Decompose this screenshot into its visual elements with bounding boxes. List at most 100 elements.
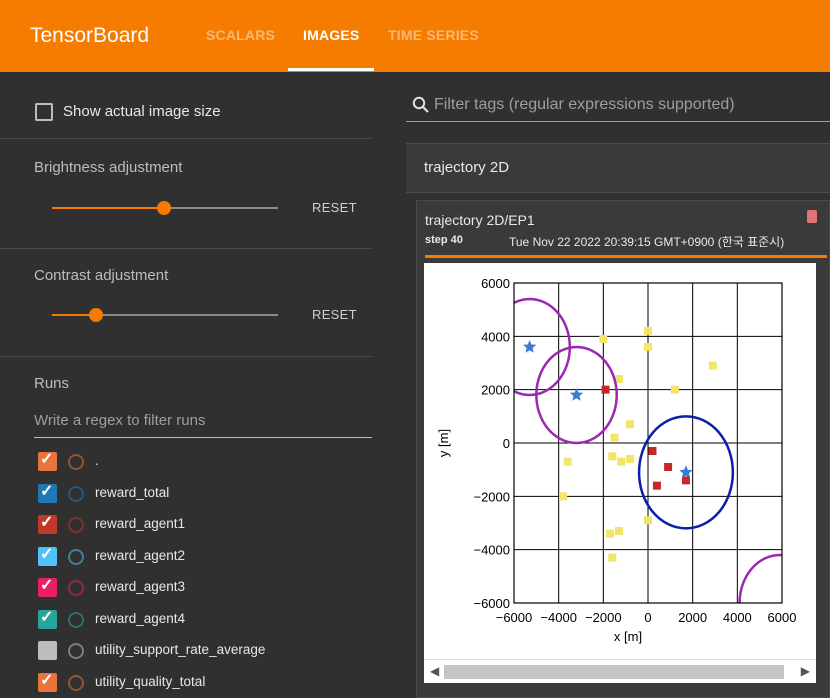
y-tick-label: −6000 <box>473 596 510 611</box>
run-checkbox[interactable]: ✓ <box>38 608 57 629</box>
run-checkbox[interactable]: ✓ <box>38 482 57 503</box>
run-checkbox[interactable]: ✓ <box>38 514 57 534</box>
app-title: TensorBoard <box>30 24 150 47</box>
agent-point-yellow <box>617 457 626 466</box>
image-card-title: trajectory 2D/EP1 <box>425 212 535 228</box>
agent-point-yellow <box>599 335 608 343</box>
pin-icon[interactable] <box>807 210 817 223</box>
run-checkbox[interactable]: ✓ <box>38 451 57 471</box>
run-checkbox[interactable]: ✓ <box>38 577 57 597</box>
run-label: reward_agent4 <box>95 610 186 626</box>
run-color-icon[interactable] <box>68 674 84 691</box>
run-label: reward_agent1 <box>95 516 186 531</box>
runs-filter-input[interactable]: Write a regex to filter runs <box>34 408 372 438</box>
run-label: . <box>95 453 99 468</box>
agent-point-red <box>601 385 610 394</box>
checkmark-icon: ✓ <box>40 514 54 531</box>
agent-point-yellow <box>610 433 619 442</box>
run-row[interactable]: ✓ reward_agent1 <box>38 513 372 537</box>
scrollbar-thumb[interactable] <box>444 665 784 679</box>
show-actual-size-checkbox[interactable] <box>35 103 53 121</box>
contrast-title: Contrast adjustment <box>34 267 169 284</box>
run-row[interactable]: ✓ reward_total <box>38 482 372 506</box>
x-tick-label: 6000 <box>768 610 797 625</box>
run-color-icon[interactable] <box>68 611 84 628</box>
run-checkbox[interactable] <box>38 641 57 660</box>
tab-time-series[interactable]: TIME SERIES <box>388 27 479 43</box>
checkmark-icon: ✓ <box>40 577 54 594</box>
y-tick-label: −2000 <box>473 489 510 504</box>
tag-filter-placeholder: Filter tags (regular expressions support… <box>434 96 735 113</box>
y-tick-label: 2000 <box>481 383 510 398</box>
runs-title: Runs <box>34 375 70 392</box>
run-row[interactable]: ✓. <box>38 450 372 474</box>
star-marker <box>523 340 537 353</box>
x-tick-label: 0 <box>644 610 651 625</box>
trajectory-plot: −6000 −6000 −4000 −4000 −2000 −2000 0 0 2000 2000… <box>424 263 816 659</box>
run-row[interactable]: ✓ utility_quality_total <box>38 671 372 695</box>
run-checkbox[interactable]: ✓ <box>38 545 57 566</box>
y-axis-label: y [m] <box>436 429 451 457</box>
contrast-reset-button[interactable]: RESET <box>312 307 357 322</box>
run-label: reward_total <box>95 484 170 500</box>
checkmark-icon: ✓ <box>40 545 54 563</box>
tab-scalars[interactable]: SCALARS <box>206 27 275 43</box>
tag-group-title: trajectory 2D <box>424 159 510 176</box>
run-color-icon[interactable] <box>68 517 84 533</box>
run-row[interactable]: ✓ reward_agent2 <box>38 545 372 569</box>
brightness-slider-fill <box>52 207 164 209</box>
checkmark-icon: ✓ <box>40 671 54 689</box>
run-color-icon[interactable] <box>68 580 84 596</box>
x-axis-label: x [m] <box>614 629 642 644</box>
y-tick-label: 6000 <box>481 276 510 291</box>
horizontal-scrollbar[interactable]: ◀ ▶ <box>424 659 816 683</box>
checkmark-icon: ✓ <box>40 608 54 626</box>
agent-point-yellow <box>608 553 617 562</box>
agent-point-yellow <box>559 492 568 501</box>
brightness-title: Brightness adjustment <box>34 159 183 176</box>
y-tick-label: 0 <box>503 436 510 451</box>
run-color-icon[interactable] <box>68 548 84 565</box>
star-marker <box>679 465 693 478</box>
brightness-slider-thumb[interactable] <box>157 201 171 215</box>
agent-point-yellow <box>644 516 652 525</box>
run-checkbox[interactable]: ✓ <box>38 671 57 692</box>
run-row[interactable]: ✓ reward_agent4 <box>38 608 372 632</box>
search-icon <box>412 96 429 113</box>
app-header: TensorBoard SCALARS IMAGES TIME SERIES <box>0 0 830 72</box>
x-tick-label: 4000 <box>723 610 752 625</box>
step-label: step 40 <box>425 234 463 246</box>
run-label: utility_quality_total <box>95 673 206 689</box>
tag-group-header[interactable]: trajectory 2D <box>406 143 830 193</box>
agent-point-yellow <box>563 457 572 466</box>
tab-images[interactable]: IMAGES <box>303 27 359 43</box>
run-color-icon[interactable] <box>68 643 84 659</box>
run-row[interactable]: ✓ reward_agent3 <box>38 576 372 600</box>
trajectory-chart: −6000−6000 −4000 −4000 −2000 −2000 0 0 2000 2000… <box>436 276 797 644</box>
tag-filter-input[interactable]: Filter tags (regular expressions support… <box>406 90 830 122</box>
step-slider[interactable] <box>425 255 827 258</box>
scroll-left-icon[interactable]: ◀ <box>430 664 439 678</box>
run-row[interactable]: utility_support_rate_average <box>38 639 372 663</box>
agent-point-yellow <box>608 452 617 461</box>
run-label: reward_agent3 <box>95 579 186 594</box>
agent-point-red <box>652 481 661 490</box>
scroll-right-icon[interactable]: ▶ <box>801 664 810 678</box>
run-color-icon[interactable] <box>68 454 84 470</box>
x-tick-label: −4000 <box>540 610 577 625</box>
agent-point-yellow <box>644 343 652 351</box>
contrast-slider-thumb[interactable] <box>89 308 103 322</box>
timestamp: Tue Nov 22 2022 20:39:15 GMT+0900 (한국 표준… <box>509 235 785 249</box>
x-tick-label: 2000 <box>678 610 707 625</box>
divider <box>0 356 372 357</box>
plot-layer <box>514 297 782 603</box>
agent-point-red <box>648 447 657 455</box>
run-label: utility_support_rate_average <box>95 642 266 657</box>
brightness-reset-button[interactable]: RESET <box>312 200 357 215</box>
agent-point-yellow <box>614 527 623 535</box>
divider <box>0 248 372 249</box>
run-color-icon[interactable] <box>68 485 84 502</box>
agent-point-red <box>664 463 673 471</box>
checkmark-icon: ✓ <box>40 482 54 500</box>
y-tick-label: −4000 <box>473 543 510 558</box>
